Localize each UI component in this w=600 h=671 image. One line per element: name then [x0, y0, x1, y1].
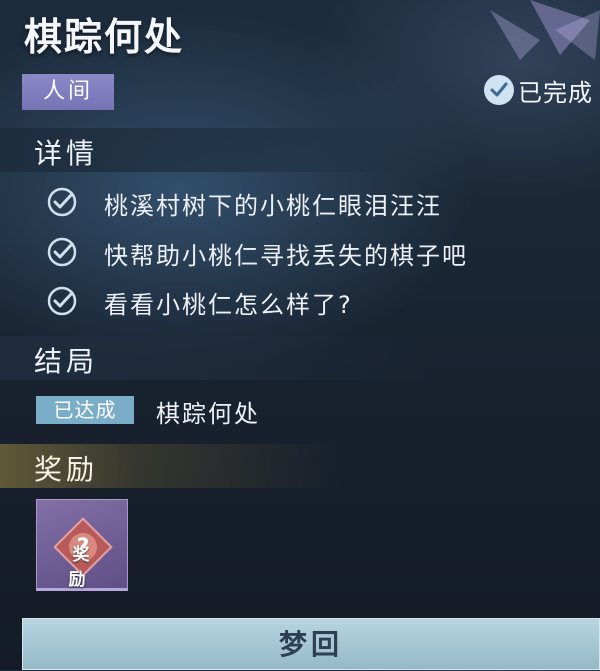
check-circle-icon: [47, 237, 77, 267]
status-text: 已完成: [518, 78, 593, 107]
ending-header: 结局: [0, 336, 430, 380]
details-header-label: 详情: [34, 137, 99, 170]
ending-name: 棋踪何处: [156, 400, 260, 428]
quest-title: 棋踪何处: [24, 15, 185, 59]
reward-header: 奖励: [0, 444, 340, 488]
ending-achieved-badge: 已达成: [36, 396, 134, 424]
wing-ornament-icon: [490, 0, 600, 60]
details-header: 详情: [0, 128, 430, 172]
status-badge: 已完成: [484, 72, 593, 108]
detail-item: 桃溪村树下的小桃仁眼泪汪汪: [104, 192, 442, 220]
dream-return-button[interactable]: 梦回: [22, 618, 600, 670]
check-circle-icon: [47, 187, 77, 217]
reward-item-label: 奖励: [68, 545, 102, 590]
reward-item-slot[interactable]: ? 奖励: [36, 499, 128, 591]
detail-item: 快帮助小桃仁寻找丢失的棋子吧: [104, 242, 468, 270]
completed-check-icon: [484, 75, 514, 105]
check-circle-icon: [47, 286, 77, 316]
reward-header-label: 奖励: [34, 453, 99, 486]
detail-item: 看看小桃仁怎么样了?: [104, 291, 353, 319]
ending-header-label: 结局: [34, 345, 99, 378]
realm-tag: 人间: [22, 74, 114, 110]
